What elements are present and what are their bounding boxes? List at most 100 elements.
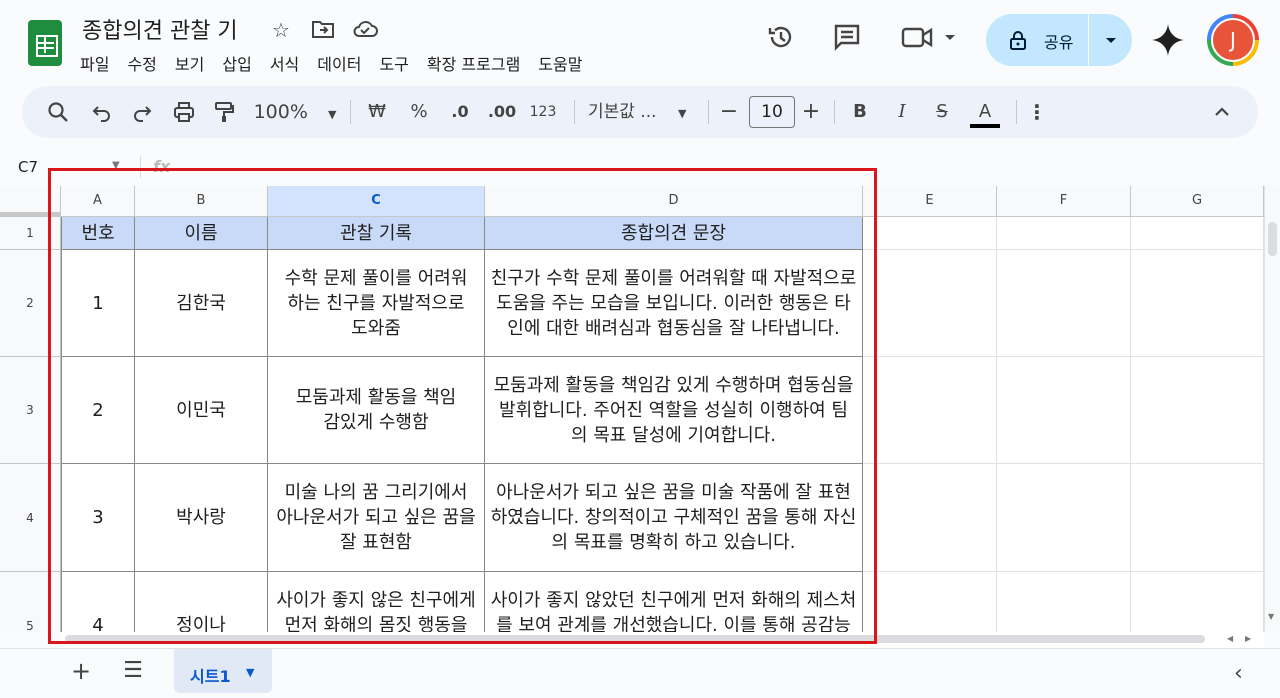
vertical-scrollbar[interactable]: ▼: [1264, 186, 1280, 632]
decrease-font-size-button[interactable]: −: [718, 96, 740, 128]
empty-cell[interactable]: [997, 357, 1131, 464]
empty-cell[interactable]: [1131, 250, 1264, 357]
caret-down-icon[interactable]: ▼: [112, 160, 120, 171]
cell-number[interactable]: 3: [62, 464, 135, 572]
row-header-1[interactable]: 1: [0, 217, 61, 250]
print-icon[interactable]: [170, 96, 198, 128]
cloud-saved-icon[interactable]: [352, 18, 378, 44]
empty-cell[interactable]: [863, 464, 997, 572]
side-panel-toggle-icon[interactable]: ‹: [1234, 661, 1243, 686]
empty-cell[interactable]: [1131, 357, 1264, 464]
menu-data[interactable]: 데이터: [317, 51, 371, 75]
column-header-g[interactable]: G: [1131, 186, 1264, 217]
spreadsheet-grid[interactable]: A B C D E F G 1 2 3 4 5 번호 이름 관찰 기록 종합의견…: [0, 186, 1264, 632]
row-header-4[interactable]: 4: [0, 464, 61, 572]
cell-number[interactable]: 4: [62, 572, 135, 632]
scroll-down-arrow-icon[interactable]: ▼: [1268, 612, 1274, 621]
header-cell-observation[interactable]: 관찰 기록: [268, 217, 485, 250]
all-sheets-menu-icon[interactable]: ☰: [120, 659, 146, 685]
row-header-3[interactable]: 3: [0, 357, 61, 464]
cell-comment[interactable]: 친구가 수학 문제 풀이를 어려워할 때 자발적으로 도움을 주는 모습을 보입…: [485, 250, 863, 357]
zoom-select[interactable]: 100% ▼: [252, 96, 338, 128]
column-header-d[interactable]: D: [485, 186, 863, 217]
add-sheet-button[interactable]: +: [68, 659, 94, 685]
move-folder-icon[interactable]: [310, 18, 336, 44]
currency-format-button[interactable]: ₩: [362, 96, 392, 128]
share-button[interactable]: 공유: [986, 14, 1088, 66]
increase-font-size-button[interactable]: +: [800, 96, 822, 128]
percent-format-button[interactable]: %: [404, 96, 434, 128]
menu-extensions[interactable]: 확장 프로그램: [427, 51, 530, 75]
horizontal-scrollbar[interactable]: ◀ ▶: [61, 632, 1264, 648]
text-color-button[interactable]: A: [968, 96, 1002, 128]
cell-observation[interactable]: 모둠과제 활동을 책임감있게 수행함: [268, 357, 485, 464]
menu-help[interactable]: 도움말: [538, 51, 592, 75]
scroll-left-arrow-icon[interactable]: ◀: [1227, 634, 1233, 643]
empty-cell[interactable]: [997, 572, 1131, 632]
empty-cell[interactable]: [997, 464, 1131, 572]
column-header-b[interactable]: B: [135, 186, 268, 217]
strikethrough-button[interactable]: S: [930, 96, 954, 128]
undo-icon[interactable]: [88, 96, 116, 128]
bold-button[interactable]: B: [848, 96, 872, 128]
redo-icon[interactable]: [128, 96, 156, 128]
empty-cell[interactable]: [997, 250, 1131, 357]
cell-observation[interactable]: 미술 나의 꿈 그리기에서 아나운서가 되고 싶은 꿈을 잘 표현함: [268, 464, 485, 572]
meet-video-icon[interactable]: [898, 22, 962, 56]
menu-tools[interactable]: 도구: [379, 51, 418, 75]
cell-name[interactable]: 김한국: [135, 250, 268, 357]
document-title[interactable]: 종합의견 관찰 기: [82, 13, 238, 45]
empty-cell[interactable]: [863, 357, 997, 464]
font-family-select[interactable]: 기본값 ... ▼: [588, 96, 694, 128]
cell-comment[interactable]: 사이가 좋지 않았던 친구에게 먼저 화해의 제스처를 보여 관계를 개선했습니…: [485, 572, 863, 632]
cell-name[interactable]: 정이나: [135, 572, 268, 632]
vertical-scroll-thumb[interactable]: [1268, 222, 1277, 256]
header-cell-comment[interactable]: 종합의견 문장: [485, 217, 863, 250]
collapse-menus-icon[interactable]: [1208, 96, 1236, 128]
sheets-logo-icon[interactable]: [28, 20, 62, 66]
column-header-e[interactable]: E: [863, 186, 997, 217]
column-header-f[interactable]: F: [997, 186, 1131, 217]
search-menus-icon[interactable]: [44, 96, 72, 128]
header-cell-number[interactable]: 번호: [62, 217, 135, 250]
empty-cell[interactable]: [863, 572, 997, 632]
empty-cell[interactable]: [997, 217, 1131, 250]
account-avatar[interactable]: J: [1207, 14, 1259, 66]
decrease-decimal-button[interactable]: .0: [444, 96, 476, 128]
italic-button[interactable]: I: [890, 96, 914, 128]
font-size-input[interactable]: 10: [749, 96, 795, 128]
cell-number[interactable]: 2: [62, 357, 135, 464]
paint-format-icon[interactable]: [210, 96, 238, 128]
empty-cell[interactable]: [1131, 217, 1264, 250]
cell-comment[interactable]: 모둠과제 활동을 책임감 있게 수행하며 협동심을 발휘합니다. 주어진 역할을…: [485, 357, 863, 464]
version-history-icon[interactable]: [764, 22, 798, 56]
caret-down-icon[interactable]: ▼: [246, 666, 254, 679]
header-cell-name[interactable]: 이름: [135, 217, 268, 250]
comments-icon[interactable]: [830, 22, 864, 56]
horizontal-scroll-thumb[interactable]: [65, 635, 1205, 643]
row-header-5[interactable]: 5: [0, 572, 61, 632]
empty-cell[interactable]: [1131, 464, 1264, 572]
empty-cell[interactable]: [863, 217, 997, 250]
column-header-c[interactable]: C: [268, 186, 485, 217]
menu-insert[interactable]: 삽입: [222, 51, 261, 75]
cell-observation[interactable]: 수학 문제 풀이를 어려워하는 친구를 자발적으로 도와줌: [268, 250, 485, 357]
scroll-right-arrow-icon[interactable]: ▶: [1245, 634, 1251, 643]
empty-cell[interactable]: [1131, 572, 1264, 632]
cell-comment[interactable]: 아나운서가 되고 싶은 꿈을 미술 작품에 잘 표현하였습니다. 창의적이고 구…: [485, 464, 863, 572]
column-header-a[interactable]: A: [61, 186, 135, 217]
menu-file[interactable]: 파일: [80, 51, 119, 75]
increase-decimal-button[interactable]: .00: [486, 96, 518, 128]
sheet-tab-active[interactable]: 시트1 ▼: [174, 649, 272, 693]
cell-name[interactable]: 이민국: [135, 357, 268, 464]
cell-name[interactable]: 박사랑: [135, 464, 268, 572]
name-box[interactable]: C7: [18, 158, 38, 176]
cell-observation[interactable]: 사이가 좋지 않은 친구에게 먼저 화해의 몸짓 행동을 건네서: [268, 572, 485, 632]
select-all-corner[interactable]: [0, 186, 61, 217]
more-options-icon[interactable]: ⋮: [1026, 96, 1048, 128]
share-options-button[interactable]: [1090, 14, 1132, 66]
gemini-spark-icon[interactable]: [1150, 22, 1186, 58]
empty-cell[interactable]: [863, 250, 997, 357]
menu-edit[interactable]: 수정: [127, 51, 166, 75]
menu-format[interactable]: 서식: [270, 51, 309, 75]
